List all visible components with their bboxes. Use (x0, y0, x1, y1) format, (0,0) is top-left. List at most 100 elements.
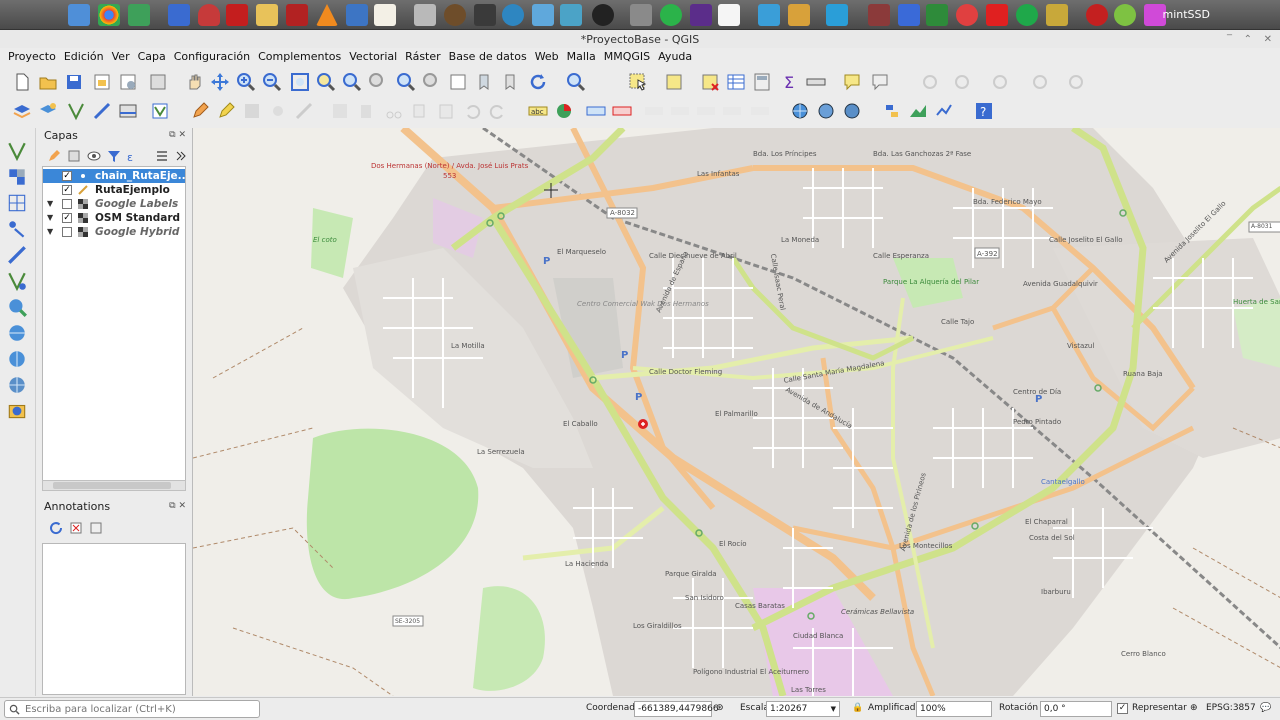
layer-item-rutaejemplo[interactable]: ✓ RutaEjemplo (43, 183, 185, 197)
layout-manager-icon[interactable] (118, 72, 138, 92)
toggle-editing-icon[interactable] (216, 101, 236, 121)
web-services-icon[interactable] (842, 101, 862, 121)
expand-all-icon[interactable] (154, 148, 170, 164)
show-hide-labels-icon[interactable] (612, 101, 632, 121)
speaker-icon[interactable] (444, 4, 466, 26)
menu-configuracion[interactable]: Configuración (170, 48, 254, 68)
add-wms-layer-icon[interactable] (118, 101, 138, 121)
add-virtual-layer-icon[interactable] (150, 101, 170, 121)
expand-arrow-icon[interactable]: ▼ (47, 197, 53, 211)
add-vector-side-icon[interactable] (6, 140, 28, 162)
pin-labels-icon[interactable] (586, 101, 606, 121)
menu-complementos[interactable]: Complementos (254, 48, 345, 68)
add-delimited-side-icon[interactable] (6, 218, 28, 240)
add-delimited-text-icon[interactable] (92, 101, 112, 121)
render-checkbox[interactable]: ✓ (1117, 703, 1128, 714)
layer-visibility-checkbox[interactable]: ✓ (62, 213, 72, 223)
calculator-icon[interactable] (414, 4, 436, 26)
layer-visibility-checkbox[interactable] (62, 199, 72, 209)
menu-edicion[interactable]: Edición (60, 48, 108, 68)
zoom-full-icon[interactable] (290, 72, 310, 92)
deselect-icon[interactable] (700, 72, 720, 92)
select-by-value-icon[interactable] (664, 72, 684, 92)
measure-line-icon[interactable] (806, 72, 826, 92)
folder-icon[interactable] (256, 4, 278, 26)
diagram-options-icon[interactable] (554, 101, 574, 121)
font-icon[interactable] (986, 4, 1008, 26)
qbittorrent-icon[interactable] (1114, 4, 1136, 26)
files-icon[interactable] (68, 4, 90, 26)
add-mesh-side-icon[interactable] (6, 192, 28, 214)
statistical-summary-icon[interactable]: Σ (780, 72, 800, 92)
menu-ver[interactable]: Ver (108, 48, 134, 68)
menu-raster[interactable]: Ráster (401, 48, 444, 68)
add-wcs-side-icon[interactable] (6, 322, 28, 344)
text-annotation-icon[interactable] (870, 72, 890, 92)
menu-base-de-datos[interactable]: Base de datos (445, 48, 531, 68)
new-bookmark-icon[interactable] (474, 72, 494, 92)
add-xyz-side-icon[interactable] (6, 348, 28, 370)
menu-vectorial[interactable]: Vectorial (345, 48, 401, 68)
magnifier-spinbox[interactable]: 100% (916, 701, 992, 717)
calc-app-icon[interactable] (926, 4, 948, 26)
locator-input[interactable] (25, 702, 255, 716)
new-project-icon[interactable] (12, 72, 32, 92)
profile-tool-icon[interactable] (908, 101, 928, 121)
zoom-to-layer-icon[interactable] (342, 72, 362, 92)
style-manager-icon[interactable] (148, 72, 168, 92)
zoom-out-icon[interactable] (262, 72, 282, 92)
expand-arrow-icon[interactable]: ▼ (47, 225, 53, 239)
zoom-native-icon[interactable] (368, 72, 388, 92)
layer-style-icon[interactable] (46, 148, 62, 164)
data-source-manager-icon[interactable] (12, 101, 32, 121)
help-icon[interactable]: ? (974, 101, 994, 121)
annotations-panel-float-close-icon[interactable]: ⧉ ✕ (169, 501, 186, 511)
attribute-table-icon[interactable] (726, 72, 746, 92)
add-vector-layer-icon[interactable] (66, 101, 86, 121)
annotation-properties-icon[interactable] (88, 520, 104, 536)
scale-combobox[interactable]: 1:20267 ▼ (766, 701, 840, 717)
bug-icon[interactable] (1086, 4, 1108, 26)
layer-item-osm-standard[interactable]: ▼ ✓ OSM Standard (43, 211, 185, 225)
chart-app-icon[interactable] (474, 4, 496, 26)
add-group-icon[interactable] (66, 148, 82, 164)
toggle-extents-icon[interactable]: ⊛ (716, 703, 724, 713)
scrollbar-thumb[interactable] (53, 482, 171, 489)
metasearch-icon[interactable] (816, 101, 836, 121)
layer-item-chain-rutaejemplo[interactable]: ✓ chain_RutaEje... (43, 169, 185, 183)
accessibility-icon[interactable] (1016, 4, 1038, 26)
new-print-layout-icon[interactable] (92, 72, 112, 92)
word-icon[interactable] (718, 4, 740, 26)
add-postgis-side-icon[interactable] (6, 270, 28, 292)
layer-visibility-checkbox[interactable]: ✓ (62, 171, 72, 181)
menu-malla[interactable]: Malla (563, 48, 600, 68)
map-tips-icon[interactable] (842, 72, 862, 92)
crs-label[interactable]: EPSG:3857 (1206, 703, 1256, 713)
layers-horizontal-scrollbar[interactable] (42, 480, 186, 491)
layer-item-google-hybrid[interactable]: ▼ Google Hybrid (43, 225, 185, 239)
add-wms-side-icon[interactable] (6, 374, 28, 396)
blocks-icon[interactable] (758, 4, 780, 26)
lock-scale-icon[interactable]: 🔒 (852, 703, 863, 713)
filezilla-icon[interactable] (226, 4, 248, 26)
new-map-view-icon[interactable] (448, 72, 468, 92)
select-features-icon[interactable] (628, 72, 648, 92)
open-project-icon[interactable] (38, 72, 58, 92)
close-window-icon[interactable]: ✕ (1264, 30, 1272, 50)
layers-panel-float-close-icon[interactable]: ⧉ ✕ (169, 130, 186, 140)
expand-arrow-icon[interactable]: ▼ (47, 211, 53, 225)
new-geopackage-icon[interactable] (38, 101, 58, 121)
python-console-icon[interactable] (882, 101, 902, 121)
zoom-to-selection-icon[interactable] (316, 72, 336, 92)
drill-icon[interactable] (1046, 4, 1068, 26)
refresh-icon[interactable] (528, 72, 548, 92)
document-icon[interactable] (168, 4, 190, 26)
paint-icon[interactable] (788, 4, 810, 26)
identify-icon[interactable] (566, 72, 586, 92)
network-icon[interactable] (502, 4, 524, 26)
chrome-icon[interactable] (98, 4, 120, 26)
web-icon[interactable] (532, 4, 554, 26)
menu-proyecto[interactable]: Proyecto (4, 48, 60, 68)
more-tools-icon[interactable] (172, 148, 188, 164)
messages-icon[interactable]: 💬 (1260, 703, 1271, 713)
